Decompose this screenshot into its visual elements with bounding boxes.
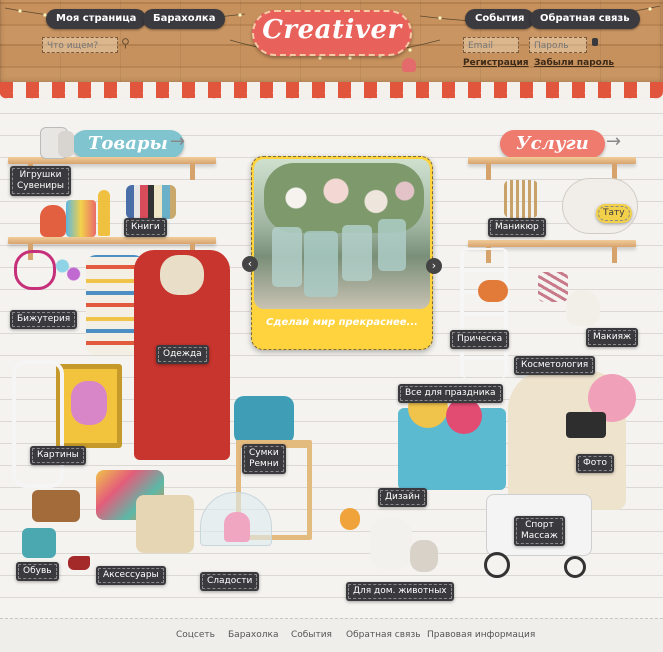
email-input[interactable] <box>468 41 514 51</box>
ladder-image <box>460 248 508 378</box>
cupcake-image <box>224 512 250 542</box>
forgot-password-link[interactable]: Забыли пароль <box>534 58 614 68</box>
jar-shape <box>272 227 302 287</box>
makeup-brushes-image <box>538 272 568 302</box>
services-sign[interactable]: Услуги <box>500 130 605 158</box>
chair-image <box>12 360 64 488</box>
register-link[interactable]: Регистрация <box>463 58 529 68</box>
shelf <box>468 157 636 164</box>
chevron-right-icon: › <box>431 259 437 272</box>
chevron-left-icon: ‹ <box>247 257 253 270</box>
toys-image <box>66 200 96 237</box>
footer-link-events[interactable]: События <box>291 630 332 640</box>
jar-shape <box>378 219 406 271</box>
category-clothes[interactable]: Одежда <box>156 345 209 364</box>
cupcake-icon <box>402 58 416 72</box>
category-makeup[interactable]: Макияж <box>586 328 639 347</box>
wheel-image <box>484 552 510 578</box>
kitten-image <box>410 540 438 572</box>
bag-image <box>234 396 294 444</box>
jar-shape <box>304 231 338 297</box>
slide-image-flowers-jars <box>254 159 430 309</box>
footer-link-social[interactable]: Соцсеть <box>176 630 215 640</box>
category-party[interactable]: Все для праздника <box>398 384 503 403</box>
logo[interactable]: Creativer <box>252 10 412 58</box>
brushes-image <box>504 180 538 218</box>
footer-link-legal[interactable]: Правовая информация <box>427 630 535 640</box>
bird-toy-image <box>340 508 360 530</box>
category-toys[interactable]: Игрушки Сувениры <box>10 166 72 196</box>
box-image <box>22 528 56 558</box>
my-page-button[interactable]: Моя страница <box>46 9 147 29</box>
feedback-button[interactable]: Обратная связь <box>530 9 640 29</box>
wheel-image <box>564 556 586 578</box>
shelf-bracket <box>612 247 617 263</box>
category-books[interactable]: Книги <box>124 218 167 237</box>
marilyn-painting-image <box>56 364 122 448</box>
awning-scallop <box>0 92 663 100</box>
category-hairstyle[interactable]: Прическа <box>450 330 510 349</box>
skull-mask-image <box>566 290 600 326</box>
footer: Соцсеть Барахолка События Обратная связь… <box>0 618 663 652</box>
jar-shape <box>342 225 372 281</box>
category-manicure[interactable]: Маникюр <box>488 218 546 237</box>
search-field[interactable] <box>42 37 118 53</box>
category-sport-massage[interactable]: Спорт Массаж <box>514 516 565 546</box>
category-bags[interactable]: Сумки Ремни <box>242 444 286 474</box>
promo-slider[interactable]: Сделай мир прекраснее... <box>251 156 433 350</box>
logo-text: Creativer <box>262 15 402 45</box>
email-field[interactable] <box>463 37 519 53</box>
footer-link-flea-market[interactable]: Барахолка <box>228 630 278 640</box>
search-input[interactable] <box>47 41 113 51</box>
bottle-image <box>98 190 110 236</box>
category-accessories[interactable]: Аксессуары <box>96 566 166 585</box>
shelf-bracket <box>190 164 195 180</box>
lantern-image <box>58 131 74 157</box>
slider-next-button[interactable]: › <box>426 258 442 274</box>
search-icon[interactable]: ⚲ <box>121 36 130 50</box>
earrings-image <box>54 250 82 290</box>
events-button[interactable]: События <box>465 9 535 29</box>
party-suitcase-image <box>398 388 506 490</box>
knit-image <box>136 495 194 553</box>
hairdryer-image <box>478 280 508 302</box>
goods-sign[interactable]: Товары <box>72 130 184 158</box>
password-field[interactable] <box>529 37 587 53</box>
camera-image <box>566 412 606 438</box>
category-pets[interactable]: Для дом. животных <box>346 582 454 601</box>
category-cosmetology[interactable]: Косметология <box>514 356 596 375</box>
category-tattoo[interactable]: Тату <box>596 204 632 223</box>
books-image <box>126 185 176 219</box>
paper-fan-shape <box>446 398 482 434</box>
shelf <box>8 157 216 164</box>
slider-prev-button[interactable]: ‹ <box>242 256 258 272</box>
lock-icon[interactable] <box>592 38 598 46</box>
puppy-image <box>370 518 412 570</box>
category-photo[interactable]: Фото <box>576 454 615 473</box>
footer-link-feedback[interactable]: Обратная связь <box>346 630 421 640</box>
arrow-right-icon: → <box>606 131 622 152</box>
shelf <box>8 237 216 244</box>
portrait-face <box>71 381 107 425</box>
shelf <box>468 240 636 247</box>
shelf-bracket <box>486 164 491 180</box>
flea-market-button[interactable]: Барахолка <box>143 9 226 29</box>
category-shoes[interactable]: Обувь <box>16 562 59 581</box>
scarf-image <box>160 255 204 295</box>
slider-caption: Сделай мир прекраснее... <box>266 317 418 328</box>
category-sweets[interactable]: Сладости <box>200 572 260 591</box>
category-pictures[interactable]: Картины <box>30 446 86 465</box>
boots-image <box>32 490 80 522</box>
red-shoe-image <box>68 556 90 570</box>
password-input[interactable] <box>534 41 582 51</box>
category-design[interactable]: Дизайн <box>378 488 427 507</box>
matryoshka-image <box>40 205 66 237</box>
category-jewelry[interactable]: Бижутерия <box>10 310 78 329</box>
necklace-image <box>14 250 56 290</box>
arrow-right-icon: → <box>170 131 186 152</box>
